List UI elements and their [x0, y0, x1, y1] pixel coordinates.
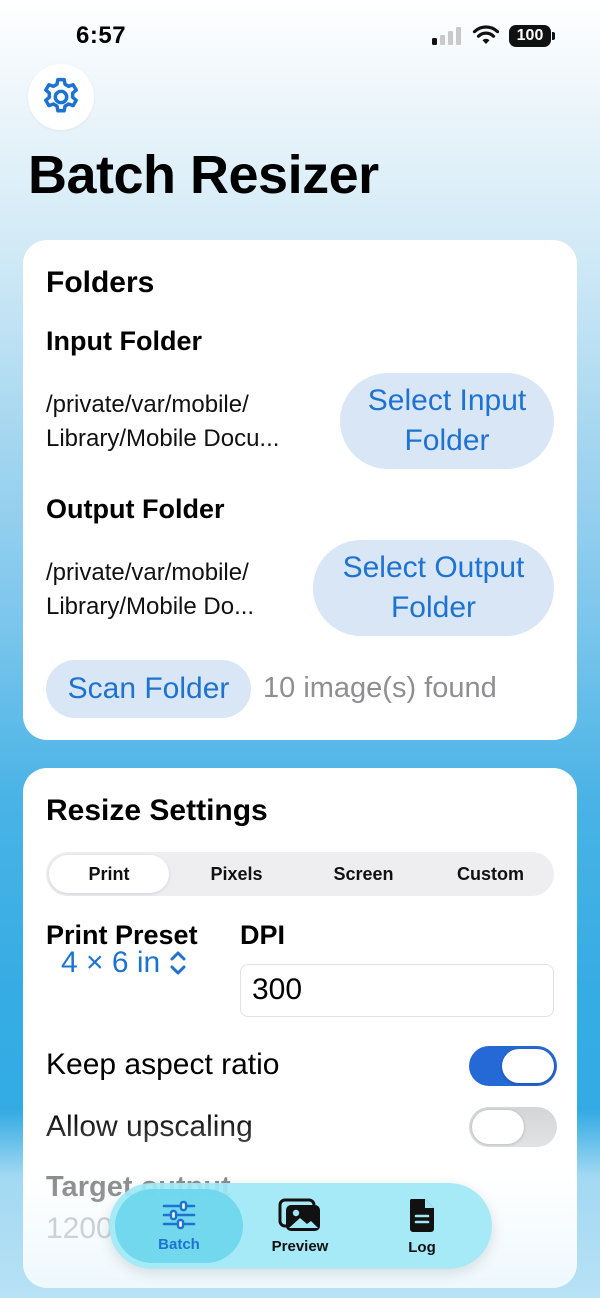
tab-bar: Batch Preview Log — [109, 1183, 492, 1269]
segment-print[interactable]: Print — [49, 855, 169, 893]
tab-log-label: Log — [408, 1238, 436, 1256]
segment-custom[interactable]: Custom — [427, 852, 554, 896]
select-input-folder-button[interactable]: Select Input Folder — [340, 373, 554, 469]
allow-upscaling-label: Allow upscaling — [46, 1110, 253, 1143]
input-folder-path: /private/var/mobile/ Library/Mobile Docu… — [46, 391, 280, 452]
output-folder-label: Output Folder — [46, 494, 225, 524]
battery-icon: 100 — [509, 25, 555, 47]
segment-screen[interactable]: Screen — [300, 852, 427, 896]
dpi-label: DPI — [240, 920, 286, 950]
scan-folder-button[interactable]: Scan Folder — [46, 660, 251, 718]
select-output-folder-button[interactable]: Select Output Folder — [313, 540, 554, 636]
allow-upscaling-toggle[interactable] — [469, 1107, 557, 1147]
page-title: Batch Resizer — [28, 145, 379, 205]
images-found-count: 10 image(s) found — [263, 672, 497, 704]
print-preset-value: 4 × 6 in — [61, 946, 161, 979]
resize-mode-segmented-control: Print Pixels Screen Custom — [46, 852, 554, 896]
cellular-signal-icon — [432, 27, 464, 45]
dpi-field[interactable]: 300 — [240, 964, 554, 1017]
photos-icon — [278, 1198, 320, 1231]
sliders-icon — [162, 1200, 196, 1229]
tab-batch-label: Batch — [158, 1235, 200, 1253]
tab-preview-label: Preview — [271, 1237, 329, 1255]
document-icon — [409, 1198, 434, 1232]
tab-log[interactable]: Log — [358, 1189, 486, 1263]
gear-icon — [44, 77, 78, 113]
folders-card: Folders Input Folder /private/var/mobile… — [23, 240, 577, 740]
folders-section-title: Folders — [46, 266, 155, 299]
target-output-value: 1200 — [46, 1212, 113, 1245]
print-preset-picker[interactable]: 4 × 6 in — [61, 946, 188, 980]
tab-preview[interactable]: Preview — [236, 1189, 364, 1263]
wifi-icon — [472, 24, 500, 46]
status-time: 6:57 — [76, 22, 127, 49]
output-folder-path: /private/var/mobile/ Library/Mobile Do..… — [46, 559, 255, 620]
keep-aspect-ratio-toggle[interactable] — [469, 1046, 557, 1086]
segment-pixels[interactable]: Pixels — [173, 852, 300, 896]
settings-button[interactable] — [28, 64, 94, 130]
input-folder-label: Input Folder — [46, 326, 202, 356]
keep-aspect-ratio-label: Keep aspect ratio — [46, 1048, 280, 1081]
tab-batch[interactable]: Batch — [115, 1189, 243, 1263]
chevron-up-down-icon — [170, 951, 186, 975]
resize-settings-title: Resize Settings — [46, 794, 268, 827]
status-bar: 6:57 100 — [0, 0, 600, 72]
